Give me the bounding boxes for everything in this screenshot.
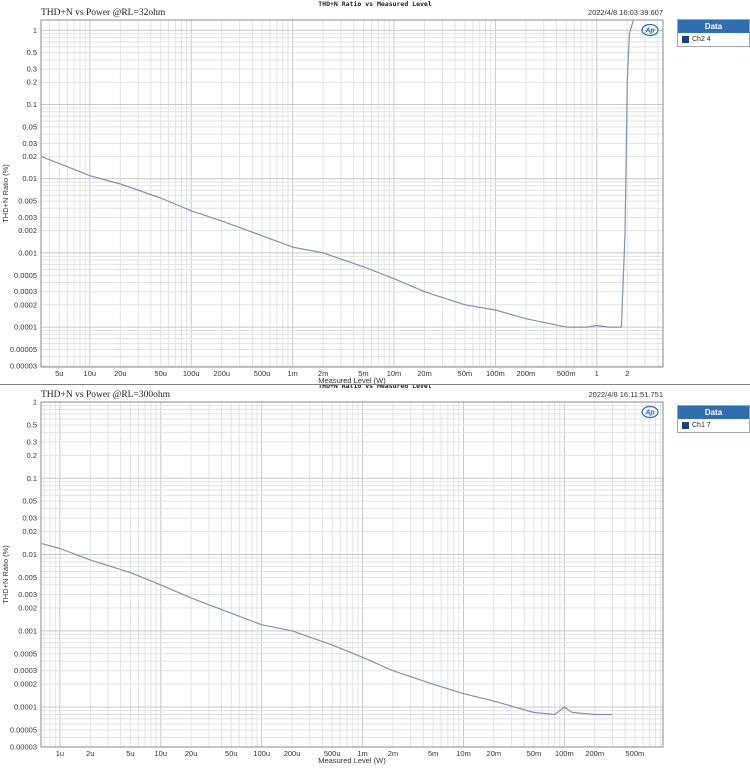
legend-label: Ch1 7 (692, 422, 711, 429)
y-tick-label: 0.001 (18, 626, 37, 635)
series-swatch (682, 36, 689, 43)
thdn-chart-300ohm: 1 0.5 0.3 0.2 0.1 0.05 0.03 0.02 0.01 0.005 0.003 0… (1, 385, 664, 765)
x-tick-label: 1 (595, 369, 599, 378)
y-tick-label: 0.002 (18, 603, 37, 612)
x-axis-label: Measured Level (W) (318, 376, 386, 384)
ap-logo-text: Ap (644, 28, 655, 35)
y-tick-label: 0.001 (18, 248, 37, 257)
y-tick-label: 0.00005 (10, 726, 37, 735)
legend-title: Data (678, 20, 749, 33)
y-tick-label: 0.0001 (14, 323, 37, 332)
y-tick-label: 0.0002 (14, 300, 37, 309)
chart-title: THD+N Ratio vs Measured Level (318, 385, 432, 390)
timestamp: 2022/4/8 16:11:51.751 (588, 390, 663, 399)
y-tick-label: 0.005 (18, 197, 37, 206)
legend-title: Data (678, 406, 749, 419)
y-tick-label: 0.2 (27, 451, 37, 460)
thdn-chart-32ohm: 1 0.5 0.3 0.2 0.1 0.05 0.03 0.02 0.01 0.005 0.003 0… (1, 0, 664, 384)
ap-logo-text: Ap (644, 410, 655, 417)
y-tick-label: 0.1 (27, 474, 37, 483)
x-tick-label: 50m (458, 369, 473, 378)
y-axis-label: THD+N Ratio (%) (1, 545, 10, 604)
x-tick-label: 50m (527, 749, 542, 758)
y-tick-label: 0.03 (22, 139, 37, 148)
y-tick-label: 0.3 (27, 65, 37, 74)
x-tick-label: 100m (555, 749, 574, 758)
x-tick-label: 100u (253, 749, 270, 758)
y-tick-label: 0.05 (22, 122, 37, 131)
x-tick-label: 50u (154, 369, 167, 378)
legend-item[interactable]: Ch2 4 (678, 33, 749, 46)
x-tick-label: 2 (625, 369, 629, 378)
y-tick-label: 0.002 (18, 226, 37, 235)
x-tick-label: 100u (183, 369, 200, 378)
x-tick-label: 500u (254, 369, 271, 378)
x-tick-label: 10u (155, 749, 168, 758)
y-tick-label: 0.2 (27, 78, 37, 87)
x-tick-label: 500m (557, 369, 576, 378)
chart-panel-32ohm: 1 0.5 0.3 0.2 0.1 0.05 0.03 0.02 0.01 0.005 0.003 0… (0, 0, 750, 384)
x-tick-label: 5u (55, 369, 63, 378)
chart-panel-300ohm: 1 0.5 0.3 0.2 0.1 0.05 0.03 0.02 0.01 0.005 0.003 0… (0, 384, 750, 768)
legend-box: Data Ch1 7 (677, 405, 750, 433)
y-tick-label: 0.0001 (14, 703, 37, 712)
y-tick-label: 0.005 (18, 573, 37, 582)
x-tick-label: 2u (86, 749, 94, 758)
x-axis-label: Measured Level (W) (318, 756, 386, 765)
y-tick-label: 0.0005 (14, 649, 37, 658)
y-tick-label: 0.5 (27, 48, 37, 57)
timestamp: 2022/4/8 16:03:39.607 (588, 8, 663, 17)
y-tick-label: 0.01 (22, 174, 37, 183)
y-tick-label: 0.0003 (14, 666, 37, 675)
y-tick-label: 0.00003 (10, 361, 37, 370)
y-tick-label: 0.02 (22, 152, 37, 161)
y-tick-label: 0.003 (18, 213, 37, 222)
legend-item[interactable]: Ch1 7 (678, 419, 749, 432)
x-tick-label: 20u (185, 749, 198, 758)
x-tick-label: 20u (114, 369, 127, 378)
x-tick-label: 2m (388, 749, 398, 758)
y-tick-label: 0.003 (18, 590, 37, 599)
y-tick-label: 0.00005 (10, 345, 37, 354)
y-tick-label: 0.0003 (14, 287, 37, 296)
y-tick-label: 0.5 (27, 420, 37, 429)
y-tick-label: 0.01 (22, 550, 37, 559)
x-tick-label: 5u (126, 749, 134, 758)
legend-label: Ch2 4 (692, 36, 711, 43)
x-tick-label: 200m (585, 749, 604, 758)
y-tick-label: 0.02 (22, 527, 37, 536)
x-tick-label: 10u (84, 369, 97, 378)
y-tick-label: 0.00003 (10, 743, 37, 752)
x-tick-label: 10m (456, 749, 471, 758)
x-tick-label: 100m (486, 369, 505, 378)
chart-title: THD+N Ratio vs Measured Level (318, 0, 432, 8)
x-tick-label: 1u (56, 749, 64, 758)
y-tick-label: 0.03 (22, 514, 37, 523)
y-tick-label: 0.1 (27, 100, 37, 109)
y-tick-label: 0.0005 (14, 271, 37, 280)
x-tick-label: 50u (225, 749, 238, 758)
x-tick-label: 20m (417, 369, 432, 378)
chart-subtitle: THD+N vs Power @RL=32ohm (41, 8, 166, 18)
y-axis-label: THD+N Ratio (%) (1, 164, 10, 223)
chart-subtitle: THD+N vs Power @RL=300ohm (41, 390, 171, 400)
y-tick-label: 0.3 (27, 437, 37, 446)
x-tick-label: 10m (387, 369, 402, 378)
legend-box: Data Ch2 4 (677, 19, 750, 47)
x-tick-label: 5m (428, 749, 438, 758)
x-tick-label: 500m (625, 749, 644, 758)
x-tick-label: 200u (213, 369, 230, 378)
y-tick-label: 0.05 (22, 497, 37, 506)
x-tick-label: 200u (284, 749, 301, 758)
x-tick-label: 1m (287, 369, 297, 378)
plot-area (41, 20, 663, 367)
x-tick-label: 20m (487, 749, 502, 758)
y-tick-label: 1 (33, 26, 37, 35)
y-tick-label: 1 (33, 398, 37, 407)
series-swatch (682, 422, 689, 429)
y-tick-label: 0.0002 (14, 680, 37, 689)
x-tick-label: 200m (517, 369, 536, 378)
